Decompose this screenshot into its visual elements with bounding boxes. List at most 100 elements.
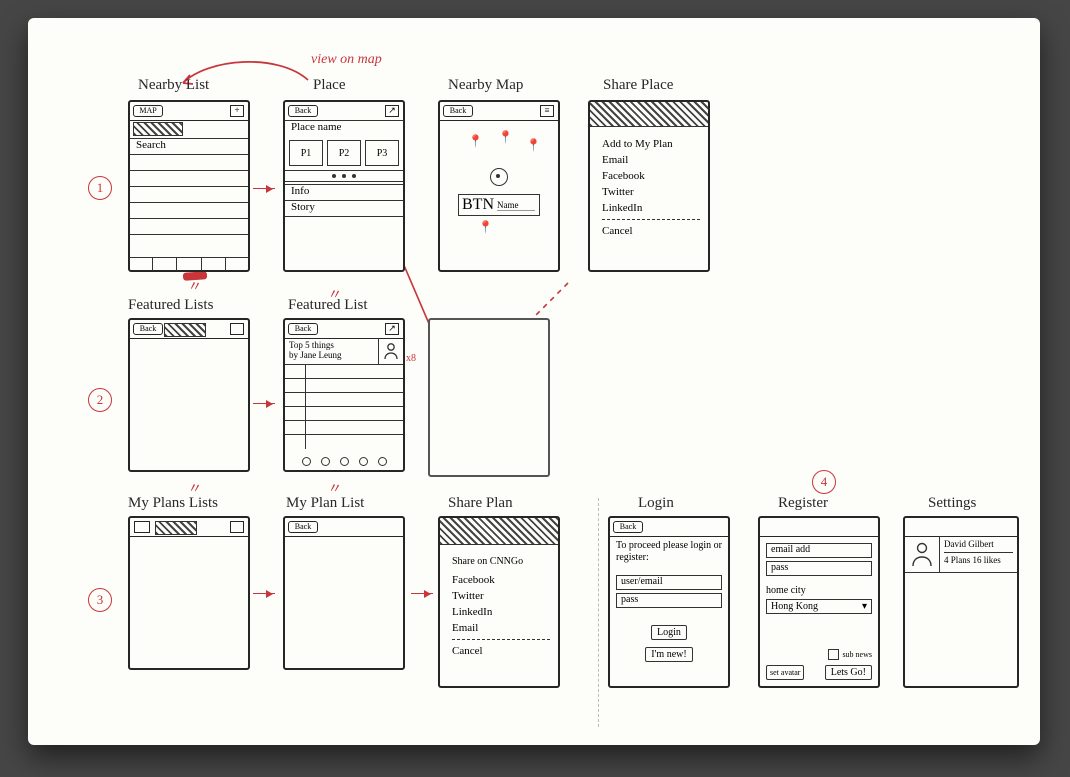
left-icon[interactable] — [134, 521, 150, 533]
list-row[interactable] — [130, 202, 248, 217]
share-linkedin[interactable]: LinkedIn — [452, 604, 550, 620]
arrow-right — [253, 403, 275, 404]
dimmed-header — [590, 102, 708, 127]
title-login: Login — [638, 496, 674, 511]
action-icon[interactable] — [230, 323, 244, 335]
list-row[interactable] — [130, 234, 248, 249]
list-row[interactable] — [130, 186, 248, 201]
user-stats: 4 Plans 16 likes — [944, 552, 1013, 566]
share-email[interactable]: Email — [452, 620, 550, 636]
arrow-right — [411, 593, 433, 594]
callout-name: Name — [497, 200, 535, 211]
sub-news-label: sub news — [842, 650, 872, 659]
lets-go-button[interactable]: Lets Go! — [825, 665, 872, 680]
pass-field[interactable]: pass — [616, 593, 722, 608]
share-email[interactable]: Email — [602, 152, 700, 168]
share-icon[interactable]: ↗ — [385, 105, 399, 117]
login-message: To proceed please login or register: — [616, 540, 722, 564]
share-icon[interactable]: ↗ — [385, 323, 399, 335]
map-pin[interactable]: 📍 — [478, 220, 493, 235]
photo-3[interactable]: P3 — [365, 140, 399, 166]
title-register: Register — [778, 496, 828, 511]
topbar — [904, 517, 1018, 537]
sketch-paper: { "annotations": { "view_on_map": "view … — [28, 18, 1040, 745]
search-field[interactable]: Search — [136, 139, 166, 151]
tab-bar[interactable] — [129, 257, 249, 271]
set-avatar-button[interactable]: set avatar — [766, 665, 804, 680]
screen-nearby-map: Back ≡ 📍 📍 📍 📍 BTN Name — [438, 100, 560, 272]
share-linkedin[interactable]: LinkedIn — [602, 200, 700, 216]
list-row[interactable] — [130, 170, 248, 185]
segment-center[interactable] — [164, 323, 206, 337]
row-marker-2: 2 — [88, 388, 112, 412]
back-button[interactable]: Back — [288, 105, 318, 117]
selected-segment[interactable] — [133, 122, 183, 136]
segment-center[interactable] — [155, 521, 197, 535]
list-row[interactable] — [130, 154, 248, 169]
share-twitter[interactable]: Twitter — [602, 184, 700, 200]
user-field[interactable]: user/email — [616, 575, 722, 590]
share-add-plan[interactable]: Add to My Plan — [602, 136, 700, 152]
topbar — [759, 517, 879, 537]
sub-news-checkbox[interactable] — [828, 649, 839, 660]
chevron-down-icon: ▾ — [862, 601, 867, 613]
info-row[interactable]: Info — [291, 185, 309, 197]
right-icon[interactable] — [230, 521, 244, 533]
home-city-select[interactable]: Hong Kong ▾ — [766, 599, 872, 614]
back-button[interactable]: Back — [133, 323, 163, 335]
pass-field[interactable]: pass — [766, 561, 872, 576]
current-location — [490, 168, 508, 186]
back-button[interactable]: Back — [288, 323, 318, 335]
annotation-view-on-map: view on map — [311, 53, 382, 67]
dimmed-header — [440, 518, 558, 545]
screen-settings: David Gilbert 4 Plans 16 likes — [903, 516, 1019, 688]
annotation-x8: x8 — [406, 353, 416, 364]
topbar: Back — [284, 517, 404, 537]
screen-share-plan: Share on CNNGo Facebook Twitter LinkedIn… — [438, 516, 560, 688]
row-marker-3: 3 — [88, 588, 112, 612]
share-facebook[interactable]: Facebook — [602, 168, 700, 184]
im-new-button[interactable]: I'm new! — [645, 647, 692, 662]
share-header: Share on CNNGo — [452, 554, 550, 570]
title-my-plan-list: My Plan List — [286, 496, 364, 511]
map-callout[interactable]: BTN Name — [458, 194, 540, 216]
screen-login: Back To proceed please login or register… — [608, 516, 730, 688]
author-avatar — [378, 338, 403, 364]
title-nearby-map: Nearby Map — [448, 78, 523, 93]
photo-1[interactable]: P1 — [289, 140, 323, 166]
map-pin[interactable]: 📍 — [498, 130, 513, 145]
topbar: Back ≡ — [439, 101, 559, 121]
user-name: David Gilbert — [944, 538, 1013, 550]
email-field[interactable]: email add — [766, 543, 872, 558]
screen-featured-list: Back ↗ Top 5 things by Jane Leung — [283, 318, 405, 472]
screen-deleted — [428, 318, 550, 477]
callout-button[interactable]: BTN — [462, 196, 494, 214]
story-row[interactable]: Story — [291, 201, 315, 213]
list-row[interactable] — [130, 218, 248, 233]
map-pin[interactable]: 📍 — [468, 134, 483, 149]
avatar — [905, 536, 940, 572]
screen-share-place: Add to My Plan Email Facebook Twitter Li… — [588, 100, 710, 272]
title-featured-list: Featured List — [288, 298, 368, 313]
share-cancel[interactable]: Cancel — [452, 643, 550, 659]
back-button[interactable]: Back — [443, 105, 473, 117]
screen-nearby-list: MAP + Search — [128, 100, 250, 272]
map-button[interactable]: MAP — [133, 105, 163, 117]
map-pin[interactable]: 📍 — [526, 138, 541, 153]
topbar: Back — [609, 517, 729, 537]
title-my-plans-lists: My Plans Lists — [128, 496, 218, 511]
share-facebook[interactable]: Facebook — [452, 572, 550, 588]
title-nearby-list: Nearby List — [138, 78, 209, 93]
login-button[interactable]: Login — [651, 625, 687, 640]
list-toggle-icon[interactable]: ≡ — [540, 105, 554, 117]
share-options: Add to My Plan Email Facebook Twitter Li… — [602, 136, 700, 239]
share-plan-options: Share on CNNGo Facebook Twitter LinkedIn… — [452, 554, 550, 659]
photo-2[interactable]: P2 — [327, 140, 361, 166]
share-twitter[interactable]: Twitter — [452, 588, 550, 604]
topbar: Back ↗ — [284, 101, 404, 121]
back-button[interactable]: Back — [613, 521, 643, 533]
back-button[interactable]: Back — [288, 521, 318, 533]
list-header: Top 5 things by Jane Leung — [285, 338, 378, 364]
share-cancel[interactable]: Cancel — [602, 223, 700, 239]
add-button[interactable]: + — [230, 105, 244, 117]
